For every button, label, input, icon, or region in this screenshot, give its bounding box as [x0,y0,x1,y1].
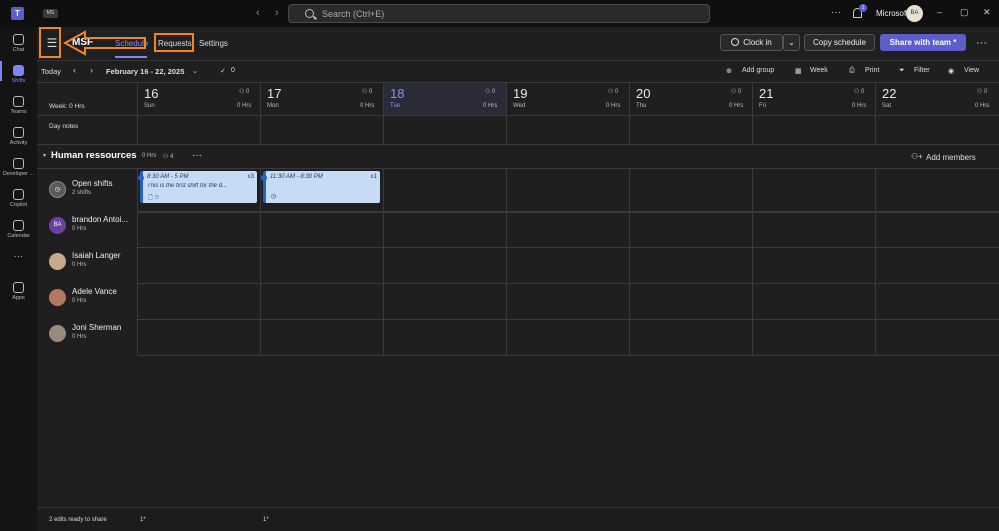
user-avatar[interactable]: BA [906,5,923,22]
calendar-icon [13,220,24,231]
tab-settings[interactable]: Settings [199,39,228,48]
header-divider [37,60,999,61]
title-bar: T MS ‹ › Search (Ctrl+E) ··· 1 Microsoft… [0,0,999,27]
maximize-icon[interactable]: ▢ [960,7,969,18]
search-placeholder: Search (Ctrl+E) [322,9,385,19]
group-title[interactable]: Human ressources [51,150,137,161]
notification-badge: 1 [859,4,867,12]
print-icon: ⎙ [849,67,855,74]
share-with-team-button[interactable]: Share with team * [880,34,966,51]
edits-footer: 2 edits ready to share 1* 1* [37,507,999,531]
add-members-icon: ⚇+ [911,152,923,161]
check-count: 0 [231,67,235,74]
people-icon: ⚇ 0 [362,89,373,95]
clock-in-dropdown-icon[interactable]: ⌄ [783,34,800,51]
search-icon [305,9,314,18]
filter-icon: ⏷ [899,67,905,74]
header-more-icon[interactable]: ··· [976,37,987,49]
tab-schedule-underline [115,56,147,58]
back-arrow-icon[interactable]: ‹ [256,7,260,19]
avatar [49,325,66,342]
week-dropdown[interactable]: Week [810,67,828,74]
group-hours: 0 Hrs [142,153,157,159]
today-button[interactable]: Today [41,67,61,76]
day-notes-label: Day notes [49,123,79,130]
org-badge[interactable]: MS [43,9,58,18]
shift-note-icon: 🗋 ◷ [148,195,159,201]
week-hours: Week: 0 Hrs [49,103,85,110]
clock-icon [731,38,740,46]
people-icon: ⚇ 0 [854,89,865,95]
edit-mark: 1* [263,517,269,523]
collapse-group-icon[interactable]: ▾ [43,152,46,159]
date-range[interactable]: February 16 - 22, 2025 [106,67,184,76]
close-icon[interactable]: ✕ [983,7,991,18]
edit-mark: 1* [140,517,146,523]
teams-icon [13,96,24,107]
prev-week-icon[interactable]: ‹ [73,65,76,75]
rail-item-calendar[interactable]: Calendar [0,216,37,246]
clock-in-button[interactable]: Clock in [720,34,783,51]
add-members-button[interactable]: Add members [926,153,976,162]
people-icon: ⚇ 0 [977,89,988,95]
people-icon: ⚇ 0 [485,89,496,95]
next-week-icon[interactable]: › [90,65,93,75]
group-more-icon[interactable]: ··· [192,150,202,161]
search-box[interactable]: Search (Ctrl+E) [288,4,710,23]
apps-icon [13,282,24,293]
print-button[interactable]: Print [865,67,879,74]
people-icon: ⚇ 0 [239,89,250,95]
shifts-main: ☰ MSF Schedule Requests Settings Clock i… [37,27,999,531]
copilot-icon [13,189,24,200]
rail-item-shifts[interactable]: Shifts [0,61,37,91]
rail-item-teams[interactable]: Teams [0,92,37,122]
chat-icon [13,34,24,45]
shifts-icon [13,65,24,76]
app-rail: Chat Shifts Teams Activity Developer ...… [0,27,37,531]
rail-item-developer[interactable]: Developer ... [0,154,37,184]
annotation-box-menu [39,27,61,58]
group-members-icon: ⚇ 4 [163,154,174,160]
bell-icon [13,127,24,138]
people-icon: ⚇ 0 [608,89,619,95]
edits-ready-text: 2 edits ready to share [49,517,107,523]
copy-schedule-button[interactable]: Copy schedule [804,34,875,51]
add-group-button[interactable]: Add group [742,67,774,74]
date-range-chevron-icon[interactable]: ⌄ [192,67,198,75]
shift-marker-icon [261,175,267,181]
filter-button[interactable]: Filter [914,67,930,74]
check-icon: ✓ [220,68,226,75]
annotation-arrow-icon [63,30,146,56]
more-options-icon[interactable]: ··· [831,7,841,18]
add-group-icon: ⊕ [726,68,732,75]
rail-item-apps[interactable]: Apps [0,278,37,308]
teams-logo-icon: T [11,7,24,20]
avatar [49,289,66,306]
rail-more-icon[interactable]: ··· [0,251,37,281]
rail-item-copilot[interactable]: Copilot [0,185,37,215]
rail-item-activity[interactable]: Activity [0,123,37,153]
view-button[interactable]: View [964,67,979,74]
week-view-icon: ▦ [795,68,802,75]
view-icon: ◉ [948,68,955,75]
open-shift-card[interactable]: 8:30 AM - 5 PM This is the first shift f… [138,171,257,203]
rail-item-chat[interactable]: Chat [0,30,37,60]
developer-icon [13,158,24,169]
forward-arrow-icon[interactable]: › [275,7,279,19]
user-org-name[interactable]: Microsoft [876,9,908,18]
open-shifts-clock-icon: ◷ [49,181,66,198]
open-shift-card[interactable]: 11:30 AM - 8:30 PM x1 ◷ [261,171,380,203]
avatar: BA [49,217,66,234]
minimize-icon[interactable]: – [937,7,942,17]
shift-clock-icon: ◷ [271,194,277,200]
shift-marker-icon [138,175,144,181]
people-icon: ⚇ 0 [731,89,742,95]
avatar [49,253,66,270]
annotation-box-requests [154,33,194,52]
